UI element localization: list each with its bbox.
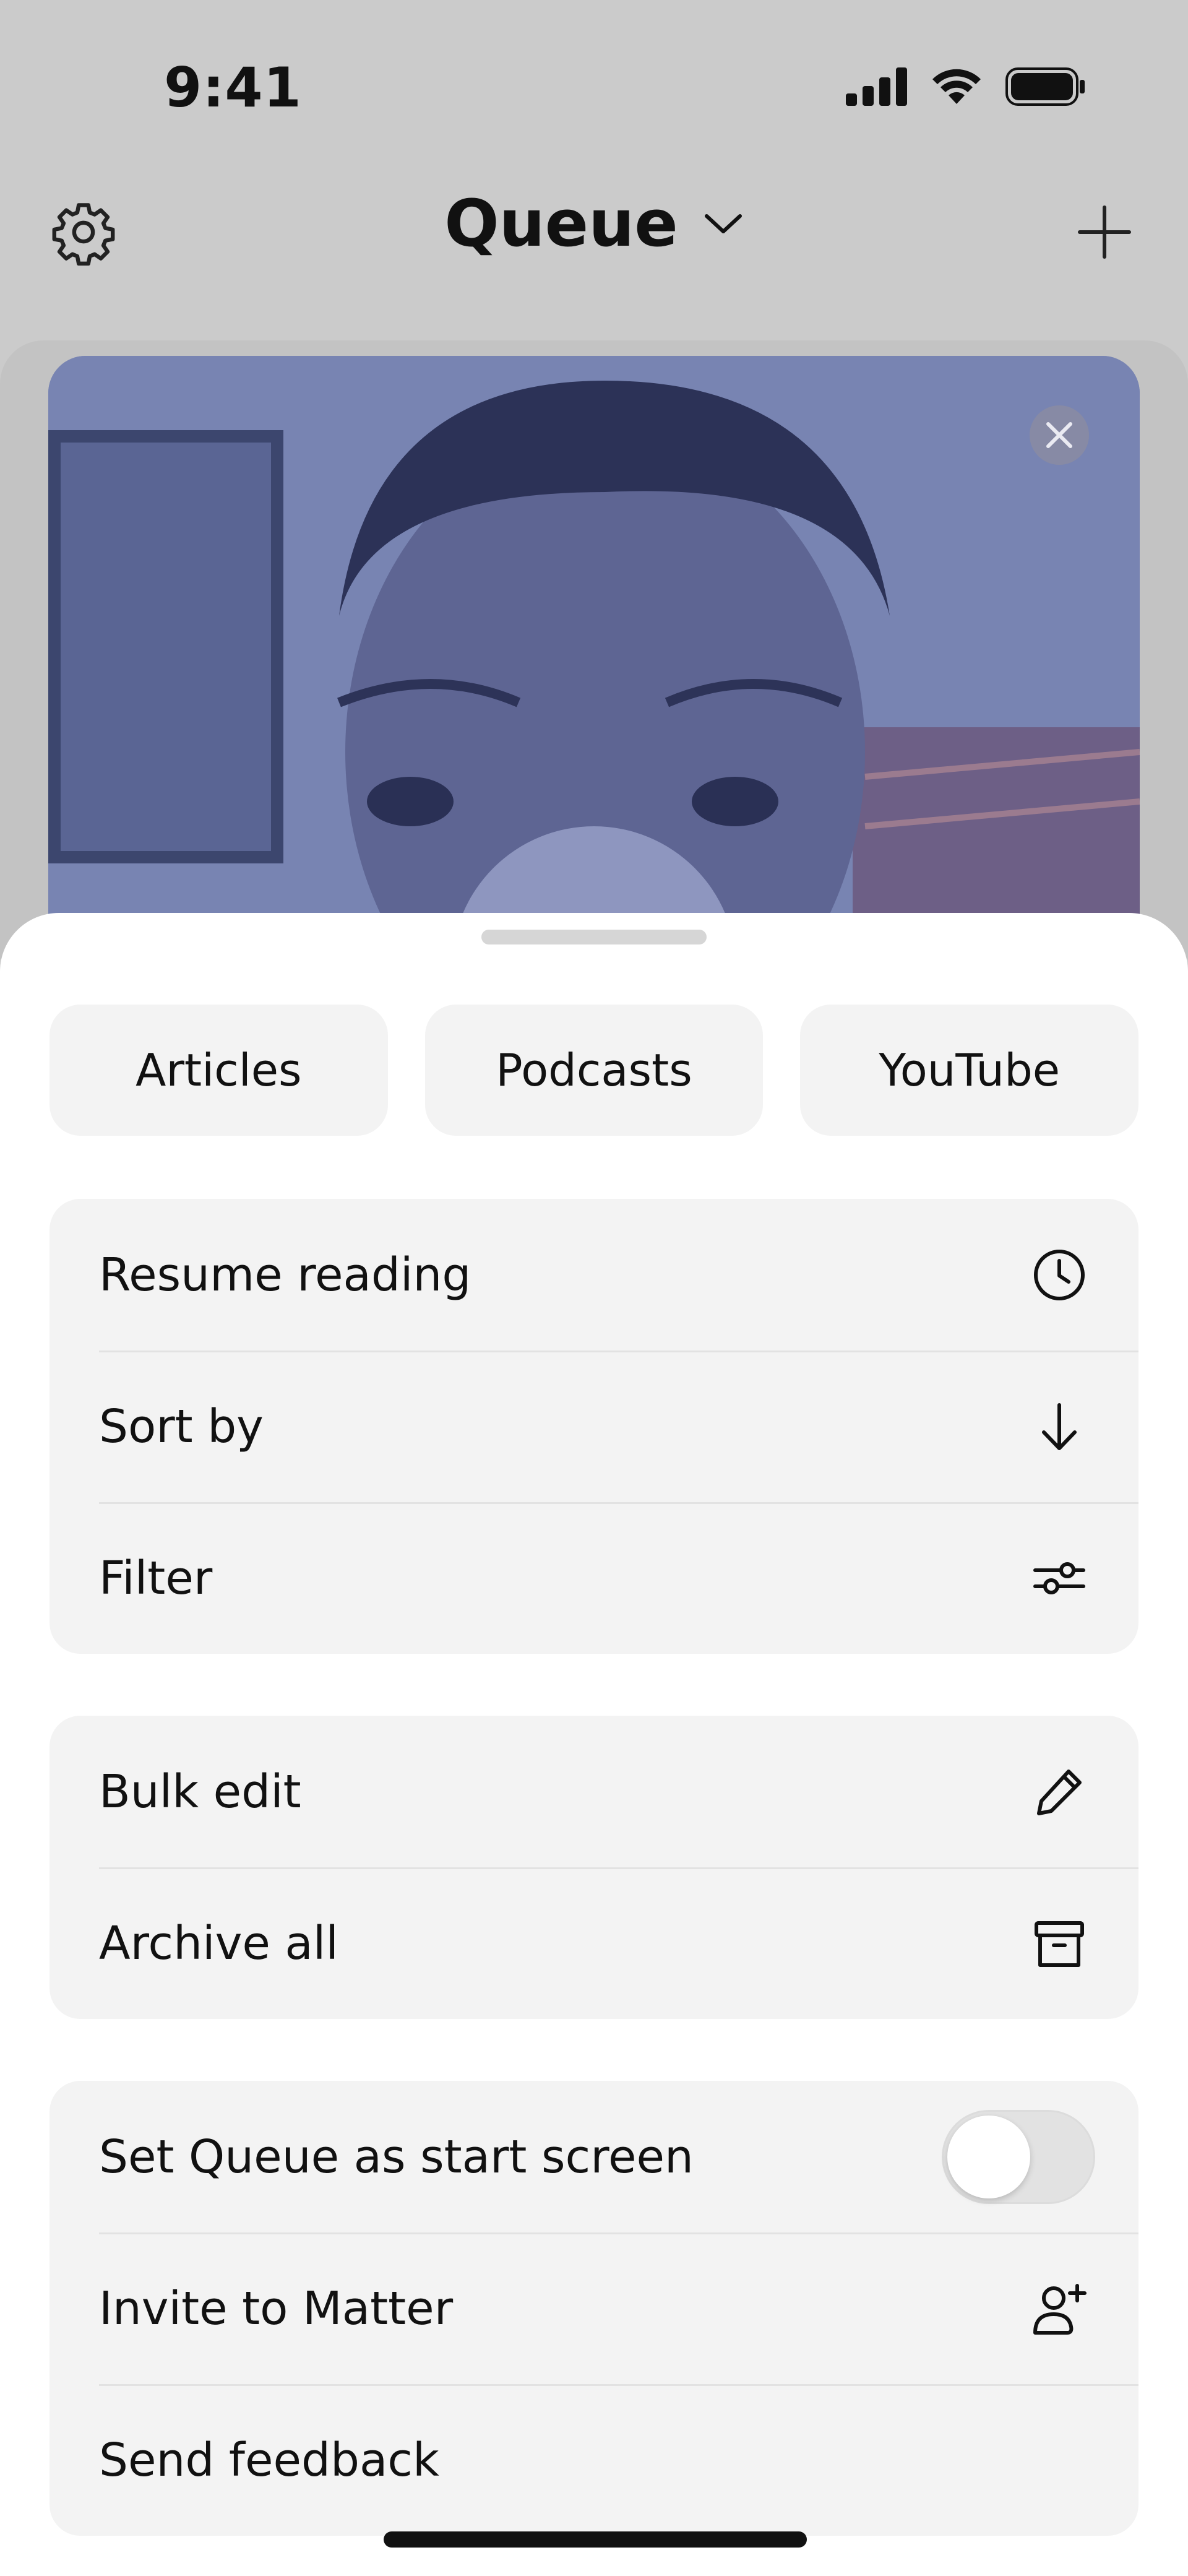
edit-options-group: Bulk edit Archive all [50, 1716, 1138, 2019]
filter-row[interactable]: Filter [50, 1502, 1138, 1654]
status-time: 9:41 [164, 56, 302, 119]
start-screen-toggle[interactable] [942, 2109, 1095, 2204]
tab-podcasts[interactable]: Podcasts [424, 1005, 764, 1136]
row-label: Filter [99, 1551, 213, 1605]
row-label: Archive all [99, 1916, 338, 1970]
clock-icon [1030, 1245, 1089, 1305]
row-label: Resume reading [99, 1248, 471, 1302]
wifi-icon [932, 69, 981, 104]
arrow-down-icon [1030, 1397, 1089, 1456]
row-label: Invite to Matter [99, 2281, 454, 2335]
sort-by-row[interactable]: Sort by [50, 1351, 1138, 1502]
chevron-down-icon [704, 214, 742, 233]
send-feedback-row[interactable]: Send feedback [50, 2384, 1138, 2536]
row-label: Set Queue as start screen [99, 2130, 694, 2184]
options-sheet: Articles Podcasts YouTube Resume reading… [0, 913, 1188, 2576]
toggle-knob [947, 2115, 1030, 2198]
invite-row[interactable]: Invite to Matter [50, 2232, 1138, 2384]
resume-reading-row[interactable]: Resume reading [50, 1199, 1138, 1351]
home-indicator[interactable] [384, 2531, 807, 2548]
add-plus-icon[interactable] [1070, 198, 1138, 266]
video-thumbnail [48, 356, 1140, 975]
tab-youtube[interactable]: YouTube [800, 1005, 1139, 1136]
status-icons [846, 67, 1086, 106]
cellular-signal-icon [846, 67, 907, 106]
sliders-icon [1030, 1549, 1089, 1608]
page-title: Queue [444, 186, 678, 261]
archive-all-row[interactable]: Archive all [50, 1867, 1138, 2019]
close-icon [1046, 422, 1072, 448]
card-close-button[interactable] [1030, 405, 1089, 465]
start-screen-row[interactable]: Set Queue as start screen [50, 2081, 1138, 2232]
add-user-icon [1030, 2279, 1089, 2338]
view-options-group: Resume reading Sort by Filter [50, 1199, 1138, 1654]
sheet-grabber[interactable] [481, 930, 707, 944]
archive-box-icon [1030, 1914, 1089, 1973]
row-label: Send feedback [99, 2433, 439, 2487]
row-label: Sort by [99, 1399, 264, 1453]
bulk-edit-row[interactable]: Bulk edit [50, 1716, 1138, 1867]
battery-icon [1005, 67, 1085, 106]
app-options-group: Set Queue as start screen Invite to Matt… [50, 2081, 1138, 2536]
content-type-tabs: Articles Podcasts YouTube [50, 1005, 1139, 1136]
pencil-icon [1030, 1762, 1089, 1822]
queue-title-dropdown[interactable]: Queue [0, 186, 1188, 261]
tab-articles[interactable]: Articles [50, 1005, 388, 1136]
row-label: Bulk edit [99, 1765, 301, 1818]
